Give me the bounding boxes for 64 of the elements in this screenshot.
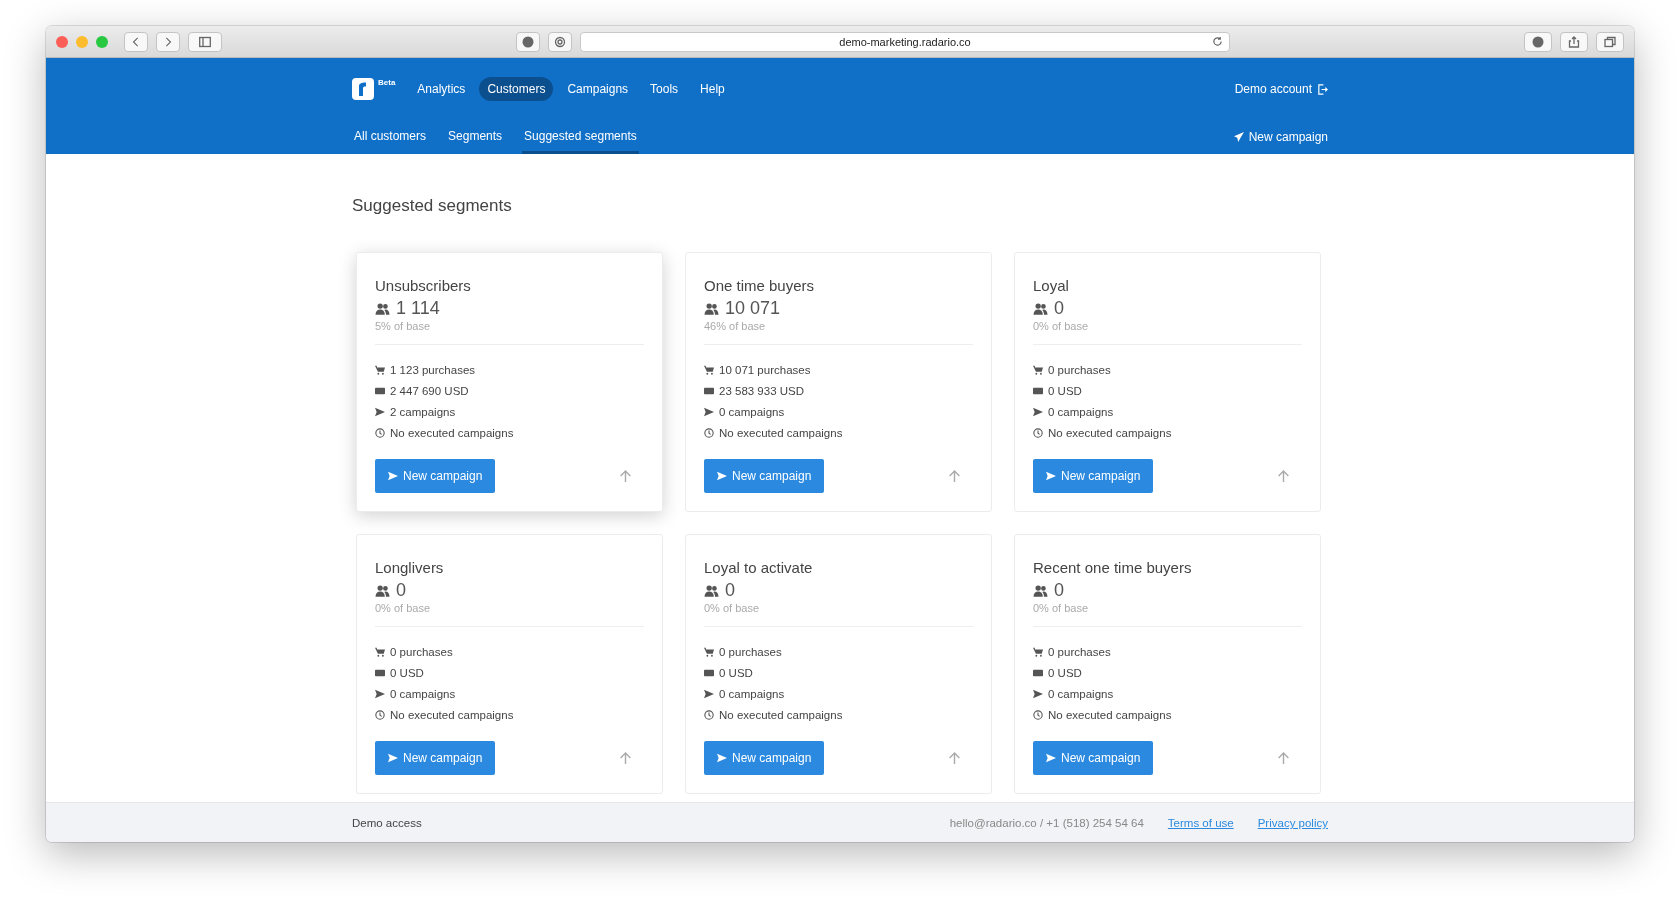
segment-title: Unsubscribers xyxy=(375,277,472,294)
campaigns-text: 0 campaigns xyxy=(719,405,785,418)
base-share: 0% of base xyxy=(1033,602,1090,614)
executed-text: No executed campaigns xyxy=(719,426,843,439)
campaigns-text: 0 campaigns xyxy=(390,687,456,700)
base-share: 0% of base xyxy=(704,602,761,614)
purchases-text: 0 purchases xyxy=(1048,363,1111,376)
revenue-text: 0 USD xyxy=(719,666,753,679)
page-title: Suggested segments xyxy=(352,196,513,216)
customer-count: 1 114 xyxy=(396,298,440,319)
segment-title: One time buyers xyxy=(704,277,816,294)
segment-title: Longlivers xyxy=(375,559,445,576)
nav-tab[interactable]: Help xyxy=(692,77,733,101)
purchases-text: 0 purchases xyxy=(390,645,453,658)
executed-text: No executed campaigns xyxy=(719,708,843,721)
segment-title: Loyal to activate xyxy=(704,559,814,576)
new-campaign-button[interactable]: New campaign xyxy=(704,741,825,775)
nav-tab[interactable]: Tools xyxy=(642,77,687,101)
subnav-tab[interactable]: All customers xyxy=(352,120,429,154)
base-share: 46% of base xyxy=(704,320,767,332)
purchases-text: 0 purchases xyxy=(719,645,782,658)
beta-label: Beta xyxy=(378,78,396,87)
new-campaign-button[interactable]: New campaign xyxy=(704,459,825,493)
nav-tab[interactable]: Campaigns xyxy=(559,77,637,101)
executed-text: No executed campaigns xyxy=(1048,708,1172,721)
base-share: 0% of base xyxy=(375,602,432,614)
revenue-text: 23 583 933 USD xyxy=(719,384,805,397)
customer-count: 0 xyxy=(725,580,735,601)
new-campaign-button[interactable]: New campaign xyxy=(375,741,496,775)
customer-count: 0 xyxy=(1054,580,1064,601)
new-campaign-button[interactable]: New campaign xyxy=(375,459,496,493)
campaigns-text: 0 campaigns xyxy=(719,687,785,700)
campaigns-text: 0 campaigns xyxy=(1048,405,1114,418)
new-campaign-button[interactable]: New campaign xyxy=(1033,459,1154,493)
customer-count: 0 xyxy=(396,580,406,601)
revenue-text: 0 USD xyxy=(1048,384,1082,397)
executed-text: No executed campaigns xyxy=(390,426,514,439)
footer-label: Demo access xyxy=(352,817,422,829)
purchases-text: 1 123 purchases xyxy=(390,363,476,376)
nav-tab[interactable]: Analytics xyxy=(409,77,474,101)
customer-count: 10 071 xyxy=(725,298,781,319)
purchases-text: 0 purchases xyxy=(1048,645,1111,658)
address-field[interactable]: demo-marketing.radario.co xyxy=(580,31,1230,52)
base-share: 5% of base xyxy=(375,320,432,332)
executed-text: No executed campaigns xyxy=(390,708,514,721)
footer-link[interactable]: Privacy policy xyxy=(1257,817,1328,829)
account-link[interactable]: Demo account xyxy=(1234,82,1328,96)
nav-tab[interactable]: Customers xyxy=(479,77,554,101)
new-campaign-button[interactable]: New campaign xyxy=(1033,741,1154,775)
contact-text: hello@radario.co / +1 (518) 254 54 64 xyxy=(949,817,1144,829)
segment-title: Loyal xyxy=(1033,277,1070,294)
campaigns-text: 2 campaigns xyxy=(390,405,456,418)
new-campaign-link[interactable]: New campaign xyxy=(1233,120,1328,154)
base-share: 0% of base xyxy=(1033,320,1090,332)
subnav-tab[interactable]: Segments xyxy=(446,120,505,154)
footer-link[interactable]: Terms of use xyxy=(1167,817,1234,829)
revenue-text: 0 USD xyxy=(1048,666,1082,679)
revenue-text: 2 447 690 USD xyxy=(390,384,469,397)
segment-title: Recent one time buyers xyxy=(1033,559,1193,576)
campaigns-text: 0 campaigns xyxy=(1048,687,1114,700)
customer-count: 0 xyxy=(1054,298,1064,319)
executed-text: No executed campaigns xyxy=(1048,426,1172,439)
purchases-text: 10 071 purchases xyxy=(719,363,811,376)
revenue-text: 0 USD xyxy=(390,666,424,679)
